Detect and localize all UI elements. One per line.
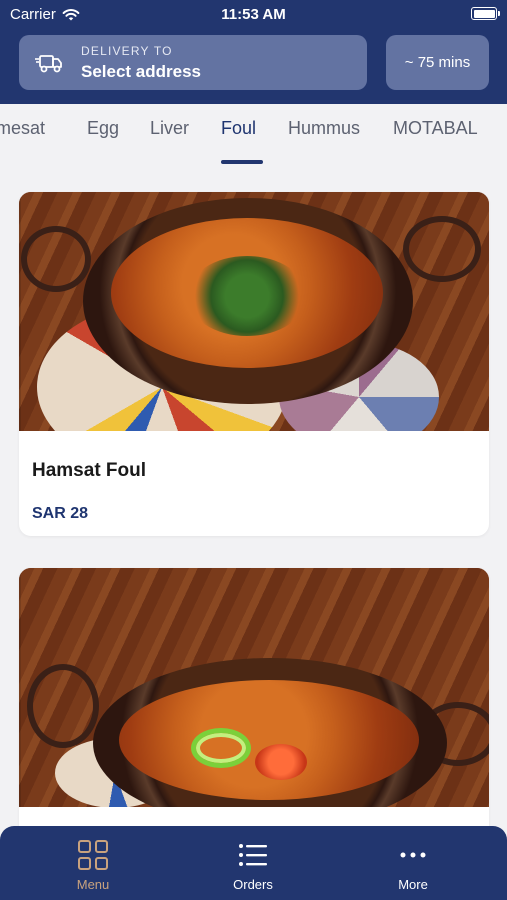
status-bar: Carrier 11:53 AM xyxy=(0,0,507,28)
tab-hummus[interactable]: Hummus xyxy=(288,118,360,139)
active-tab-indicator xyxy=(221,160,263,164)
status-time: 11:53 AM xyxy=(221,6,286,23)
nav-more[interactable]: More xyxy=(363,838,463,892)
battery-icon xyxy=(471,7,500,20)
nav-orders[interactable]: Orders xyxy=(203,838,303,892)
grid-icon xyxy=(78,840,108,870)
tab-hamsat[interactable]: mesat xyxy=(0,118,45,139)
menu-item-card[interactable] xyxy=(19,568,489,868)
list-icon xyxy=(239,844,267,866)
tab-motabal[interactable]: MOTABAL xyxy=(393,118,478,139)
delivery-label: DELIVERY TO xyxy=(81,43,173,58)
delivery-address-button[interactable]: DELIVERY TO Select address xyxy=(19,35,367,90)
delivery-text: DELIVERY TO Select address xyxy=(81,44,201,82)
more-dots-icon xyxy=(400,852,426,858)
nav-menu-label: Menu xyxy=(76,877,110,892)
nav-menu[interactable]: Menu xyxy=(43,838,143,892)
dish-image xyxy=(19,192,489,431)
delivery-address-value: Select address xyxy=(81,61,202,81)
dish-image xyxy=(19,568,489,807)
tab-foul[interactable]: Foul xyxy=(221,118,256,139)
nav-orders-label: Orders xyxy=(233,877,273,892)
item-name: Hamsat Foul xyxy=(32,460,147,481)
item-price: SAR 28 xyxy=(32,505,89,522)
delivery-truck-icon xyxy=(35,54,62,72)
bottom-navigation: Menu Orders More xyxy=(0,826,507,900)
header: Carrier 11:53 AM DELIVERY TO Select addr… xyxy=(0,0,507,104)
tab-egg[interactable]: Egg xyxy=(87,118,119,139)
eta-button[interactable]: ~ 75 mins xyxy=(386,35,489,90)
nav-more-label: More xyxy=(398,877,428,892)
menu-item-card[interactable]: Hamsat Foul SAR 28 xyxy=(19,192,489,536)
tab-liver[interactable]: Liver xyxy=(150,118,189,139)
category-tabs: mesat Egg Liver Foul Hummus MOTABAL xyxy=(0,104,507,168)
